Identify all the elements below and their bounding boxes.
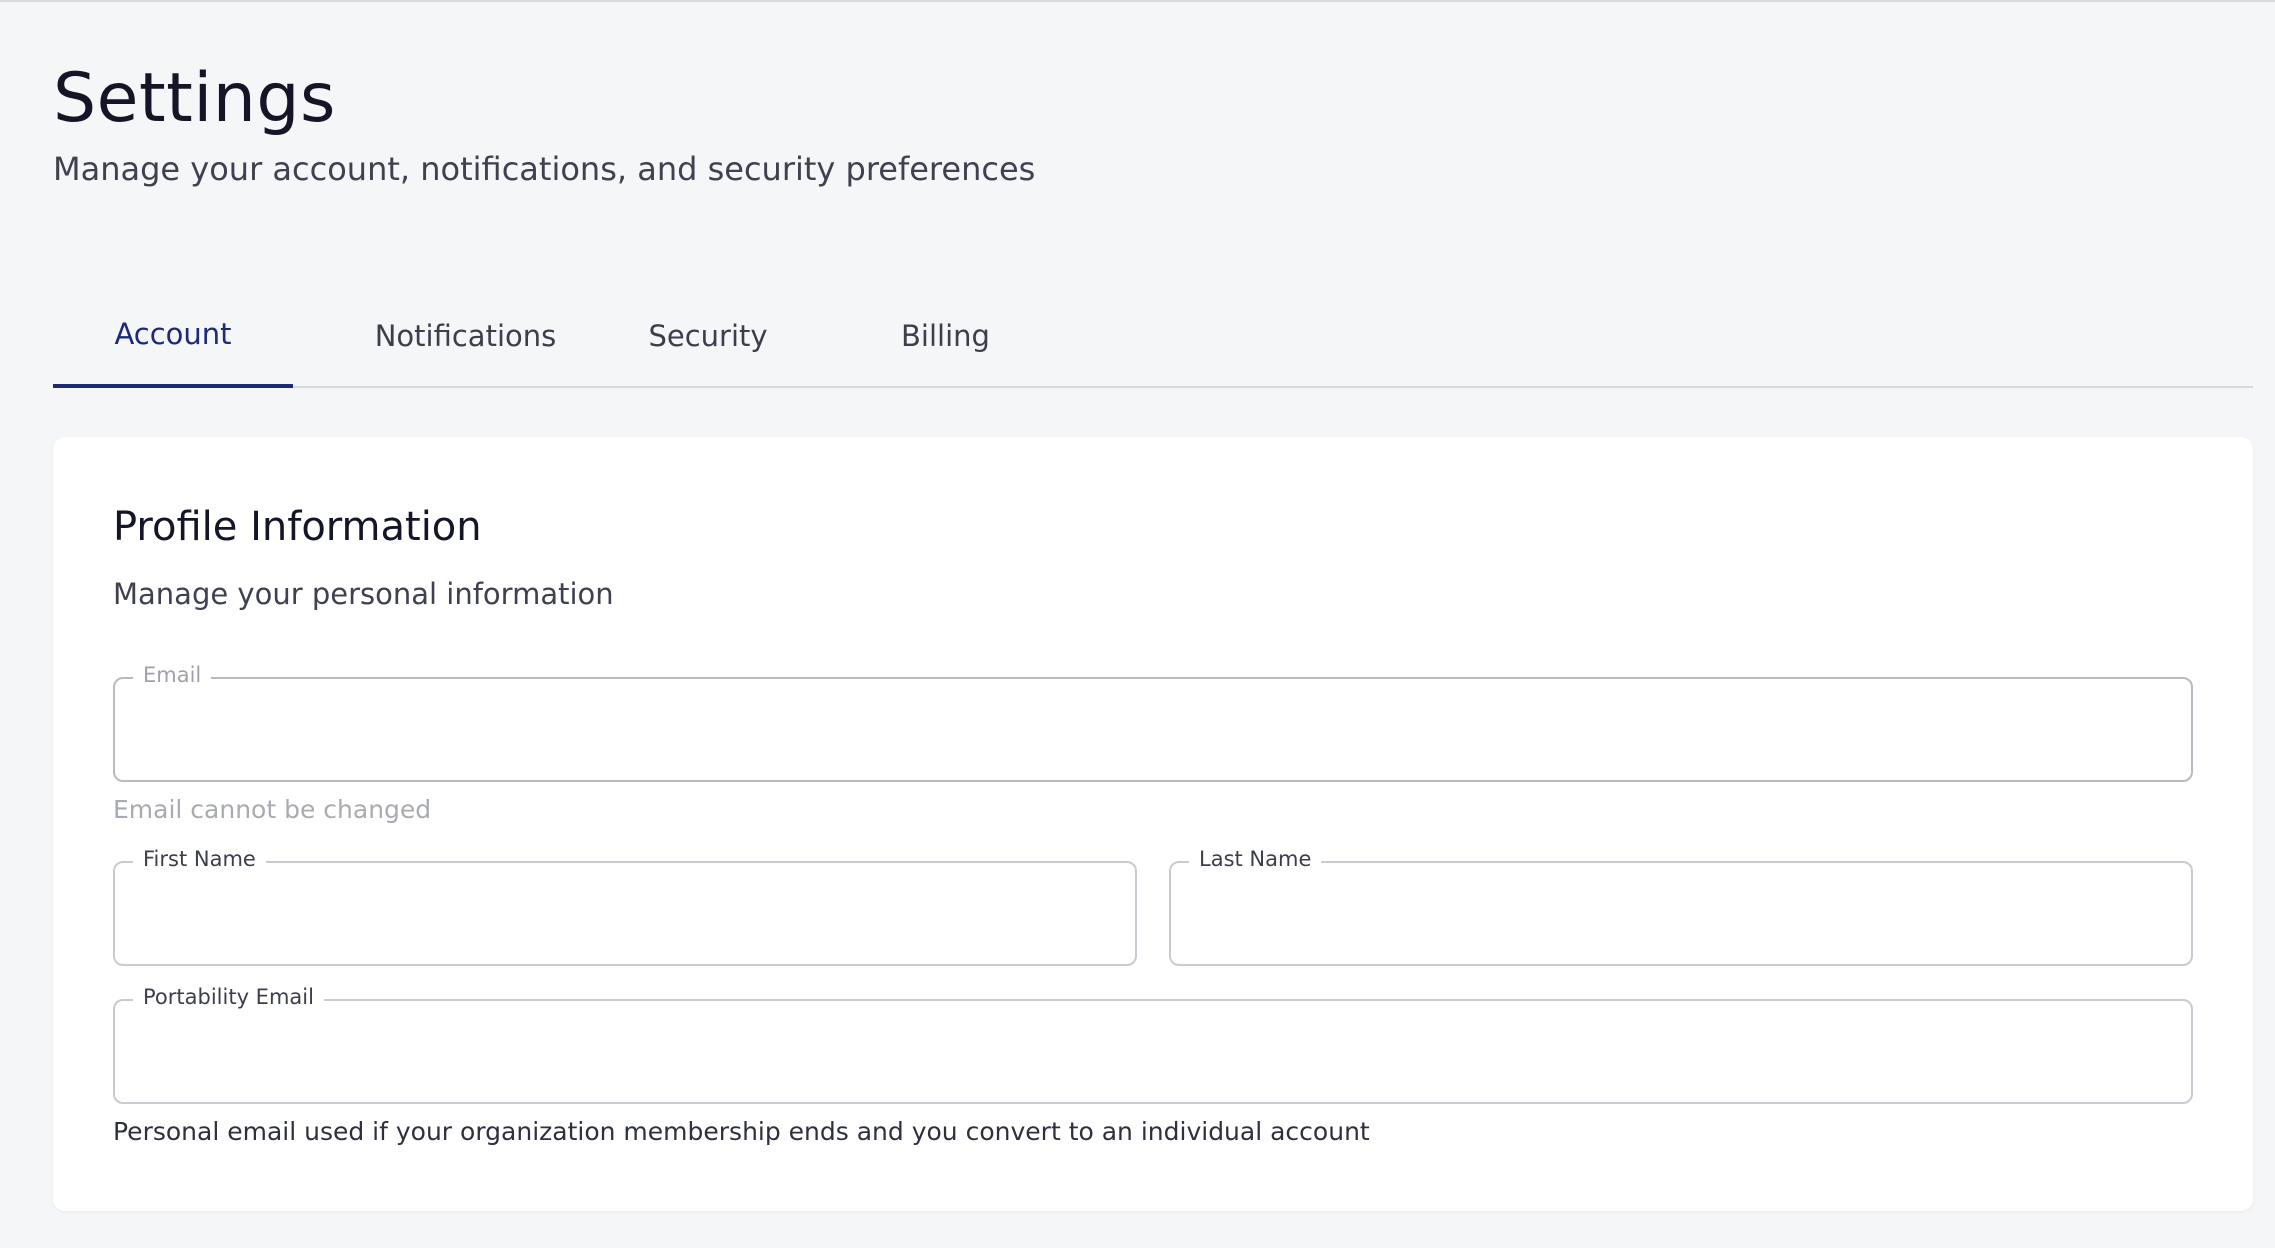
last-name-input[interactable] [1197, 891, 2165, 939]
last-name-label: Last Name [1189, 847, 1322, 873]
portability-email-helper-text: Personal email used if your organization… [113, 1117, 1370, 1146]
portability-email-label: Portability Email [133, 985, 324, 1011]
tab-billing[interactable]: Billing [833, 300, 1058, 388]
top-divider [0, 0, 2275, 2]
profile-card: Profile Information Manage your personal… [53, 437, 2253, 1211]
first-name-field: First Name [113, 847, 1137, 966]
last-name-field: Last Name [1169, 847, 2193, 966]
profile-card-subtitle: Manage your personal information [113, 577, 614, 611]
email-field-label: Email [133, 663, 212, 689]
tab-account[interactable]: Account [53, 300, 293, 388]
settings-tabs: Account Notifications Security Billing [53, 300, 2253, 388]
page-subtitle: Manage your account, notifications, and … [53, 150, 1036, 188]
email-input [141, 707, 2165, 755]
tab-security[interactable]: Security [598, 300, 818, 388]
first-name-input[interactable] [141, 891, 1109, 939]
tab-notifications[interactable]: Notifications [308, 300, 623, 388]
portability-email-field: Portability Email [113, 985, 2193, 1104]
page-title: Settings [53, 59, 336, 138]
profile-card-title: Profile Information [113, 504, 482, 550]
portability-email-input[interactable] [141, 1029, 2165, 1077]
email-field: Email [113, 663, 2193, 782]
first-name-label: First Name [133, 847, 266, 873]
email-helper-text: Email cannot be changed [113, 795, 432, 824]
